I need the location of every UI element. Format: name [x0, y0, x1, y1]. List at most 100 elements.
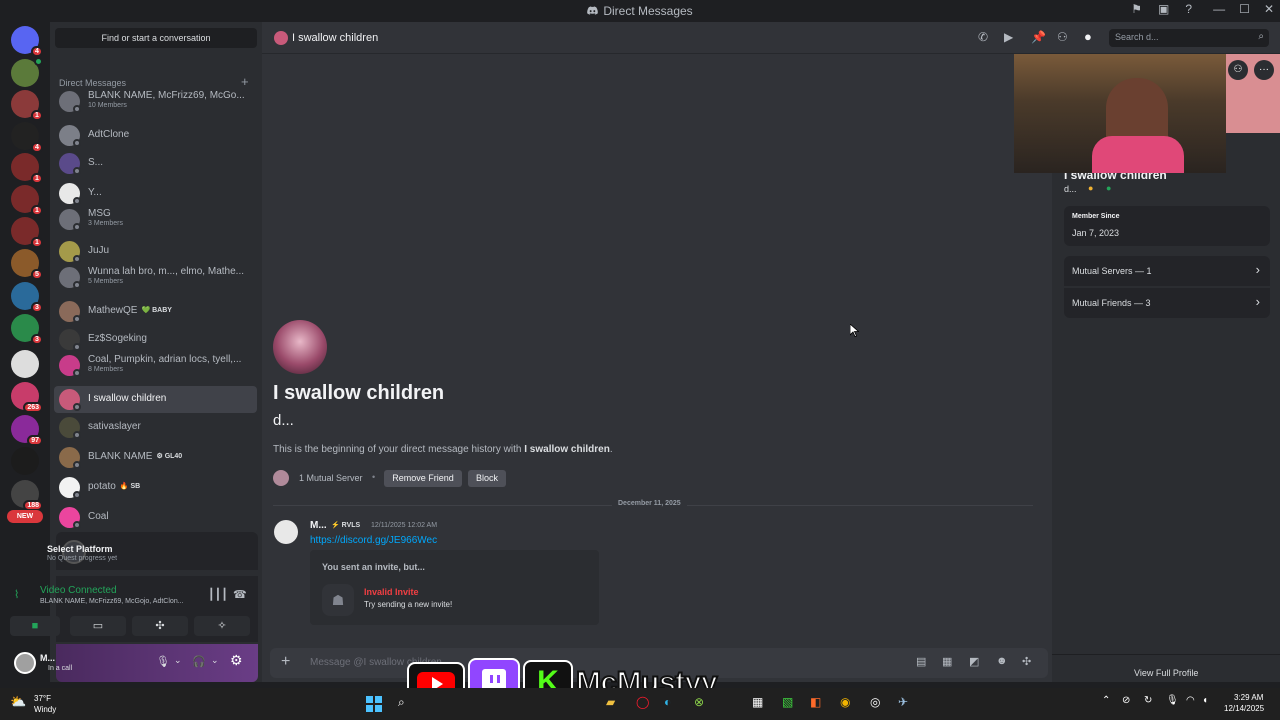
- intro-avatar[interactable]: [273, 320, 327, 374]
- server-icon[interactable]: [11, 350, 39, 378]
- quest-panel[interactable]: Select Platform No Quest progress yet: [47, 532, 258, 570]
- tray-mic-icon[interactable]: 🎙: [1166, 695, 1179, 706]
- message-link[interactable]: https://discord.gg/JE966Wec: [310, 535, 437, 546]
- dm-list-item[interactable]: Y...: [54, 180, 257, 207]
- dm-list-item[interactable]: AdtClone: [54, 122, 257, 149]
- dm-list-item[interactable]: Ez$Sogeking: [54, 326, 257, 353]
- weather-status[interactable]: Windy: [34, 705, 56, 714]
- message-avatar[interactable]: [274, 520, 298, 544]
- dm-list-item[interactable]: MathewQE 💚 BABY: [54, 298, 257, 325]
- gif-icon[interactable]: ▦: [942, 655, 952, 668]
- dm-list-item[interactable]: BLANK NAME ⚙ GL40: [54, 444, 257, 471]
- maximize-icon[interactable]: ☐: [1239, 2, 1250, 16]
- dm-list-item[interactable]: I swallow children: [54, 386, 257, 413]
- app-orange-icon[interactable]: ◧: [810, 695, 821, 709]
- server-icon[interactable]: 4: [11, 26, 43, 57]
- server-icon[interactable]: 1: [11, 90, 43, 121]
- dm-list-item[interactable]: JuJu: [54, 238, 257, 265]
- clock-time[interactable]: 3:29 AM: [1234, 693, 1263, 702]
- more-options-icon[interactable]: ···: [1254, 60, 1274, 80]
- mutual-server-avatar[interactable]: [273, 470, 289, 486]
- dm-list-item[interactable]: BLANK NAME, McFrizz69, McGo... 10 Members: [54, 88, 257, 115]
- tray-sync-icon[interactable]: ↻: [1144, 695, 1152, 706]
- find-conversation-button[interactable]: Find or start a conversation: [55, 28, 257, 48]
- user-name[interactable]: M...: [40, 653, 55, 663]
- minimize-icon[interactable]: —: [1213, 2, 1225, 16]
- signal-icon[interactable]: ⌇: [14, 588, 19, 601]
- add-attachment-icon[interactable]: +: [281, 653, 290, 671]
- server-icon[interactable]: 263: [11, 382, 43, 413]
- remove-friend-button[interactable]: Remove Friend: [384, 470, 462, 487]
- headphones-icon[interactable]: 🎧: [192, 655, 206, 668]
- activities-button[interactable]: ✣: [132, 616, 188, 636]
- xbox-icon[interactable]: ⊗: [694, 695, 704, 709]
- app-green-icon[interactable]: ▧: [782, 695, 793, 709]
- dm-list-item[interactable]: Coal, Pumpkin, adrian locs, tyell,... 8 M…: [54, 352, 257, 379]
- chevron-down-icon[interactable]: ⌄: [211, 655, 219, 666]
- mutual-servers-row[interactable]: Mutual Servers — 1 ›: [1064, 256, 1270, 286]
- weather-icon[interactable]: ⛅: [10, 694, 26, 710]
- server-icon[interactable]: [11, 57, 43, 87]
- obs-icon[interactable]: ◎: [870, 695, 880, 709]
- server-icon[interactable]: 1: [11, 185, 43, 216]
- noise-suppression-icon[interactable]: ┃┃┃: [208, 588, 228, 601]
- sticker-icon[interactable]: ◩: [969, 655, 979, 668]
- block-button[interactable]: Block: [468, 470, 506, 487]
- server-icon[interactable]: [11, 447, 39, 475]
- header-name[interactable]: I swallow children: [292, 32, 378, 44]
- chrome-icon[interactable]: ◉: [840, 695, 850, 709]
- server-icon[interactable]: 97: [11, 415, 43, 446]
- edge-icon[interactable]: ◐: [664, 695, 671, 709]
- search-input[interactable]: Search d... ⌕: [1109, 29, 1269, 47]
- view-full-profile-link[interactable]: View Full Profile: [1134, 668, 1198, 678]
- dm-list-item[interactable]: sativaslayer: [54, 414, 257, 441]
- close-icon[interactable]: ✕: [1264, 2, 1274, 16]
- help-icon[interactable]: ?: [1185, 2, 1192, 16]
- dm-list-item[interactable]: S...: [54, 150, 257, 177]
- dm-list-item[interactable]: potato 🔥 SB: [54, 474, 257, 501]
- screen-share-button[interactable]: ▭: [70, 616, 126, 636]
- chevron-down-icon[interactable]: ⌄: [174, 655, 182, 666]
- server-icon[interactable]: 4: [11, 122, 43, 153]
- message-author[interactable]: M...: [310, 520, 327, 531]
- dm-list-item[interactable]: Wunna lah bro, m..., elmo, Mathe... 5 Mem…: [54, 264, 257, 291]
- server-icon[interactable]: 188: [11, 480, 43, 511]
- voice-call-icon[interactable]: ✆: [978, 30, 988, 44]
- add-friends-icon[interactable]: ⚇: [1057, 30, 1068, 44]
- server-icon[interactable]: 5: [11, 249, 43, 280]
- camera-button[interactable]: ■: [10, 616, 60, 636]
- user-avatar[interactable]: [14, 652, 36, 674]
- store-icon[interactable]: ▦: [752, 695, 763, 709]
- voice-channel[interactable]: BLANK NAME, McFrizz69, McGojo, AdtClon..…: [40, 598, 184, 605]
- clock-date[interactable]: 12/14/2025: [1224, 704, 1264, 713]
- server-icon[interactable]: 1: [11, 153, 43, 184]
- microphone-icon[interactable]: 🎙: [156, 655, 170, 668]
- mutual-server-label[interactable]: 1 Mutual Server: [299, 473, 363, 483]
- dm-list-item[interactable]: Coal: [54, 504, 257, 531]
- inbox-icon[interactable]: ▣: [1158, 2, 1169, 16]
- emoji-icon[interactable]: ☻: [996, 655, 1008, 667]
- weather-temp[interactable]: 37°F: [34, 694, 51, 703]
- windows-start-icon[interactable]: [366, 696, 382, 712]
- pin-icon[interactable]: 📌: [1031, 30, 1046, 44]
- tray-chevron-icon[interactable]: ⌃: [1102, 695, 1110, 706]
- video-call-icon[interactable]: ▶: [1004, 30, 1013, 44]
- soundboard-button[interactable]: ✧: [194, 616, 250, 636]
- add-friend-icon[interactable]: ⚇: [1228, 60, 1248, 80]
- steam-icon[interactable]: ✈: [898, 695, 908, 709]
- volume-icon[interactable]: ◖: [1202, 695, 1208, 706]
- dm-list-item[interactable]: MSG 3 Members: [54, 206, 257, 233]
- opera-icon[interactable]: ◯: [636, 695, 649, 709]
- voice-status[interactable]: Video Connected: [40, 585, 117, 596]
- create-dm-icon[interactable]: +: [241, 74, 249, 89]
- tray-app-icon[interactable]: ⊘: [1122, 695, 1130, 706]
- gift-icon[interactable]: ▤: [916, 655, 926, 668]
- file-explorer-icon[interactable]: ▰: [606, 695, 615, 709]
- server-icon[interactable]: 3: [11, 314, 43, 345]
- disconnect-icon[interactable]: ☎: [233, 588, 247, 601]
- apps-icon[interactable]: ✣: [1022, 655, 1031, 668]
- new-badge[interactable]: NEW: [7, 510, 43, 523]
- settings-gear-icon[interactable]: ⚙: [230, 652, 243, 669]
- mutual-friends-row[interactable]: Mutual Friends — 3 ›: [1064, 288, 1270, 318]
- server-icon[interactable]: 1: [11, 217, 43, 248]
